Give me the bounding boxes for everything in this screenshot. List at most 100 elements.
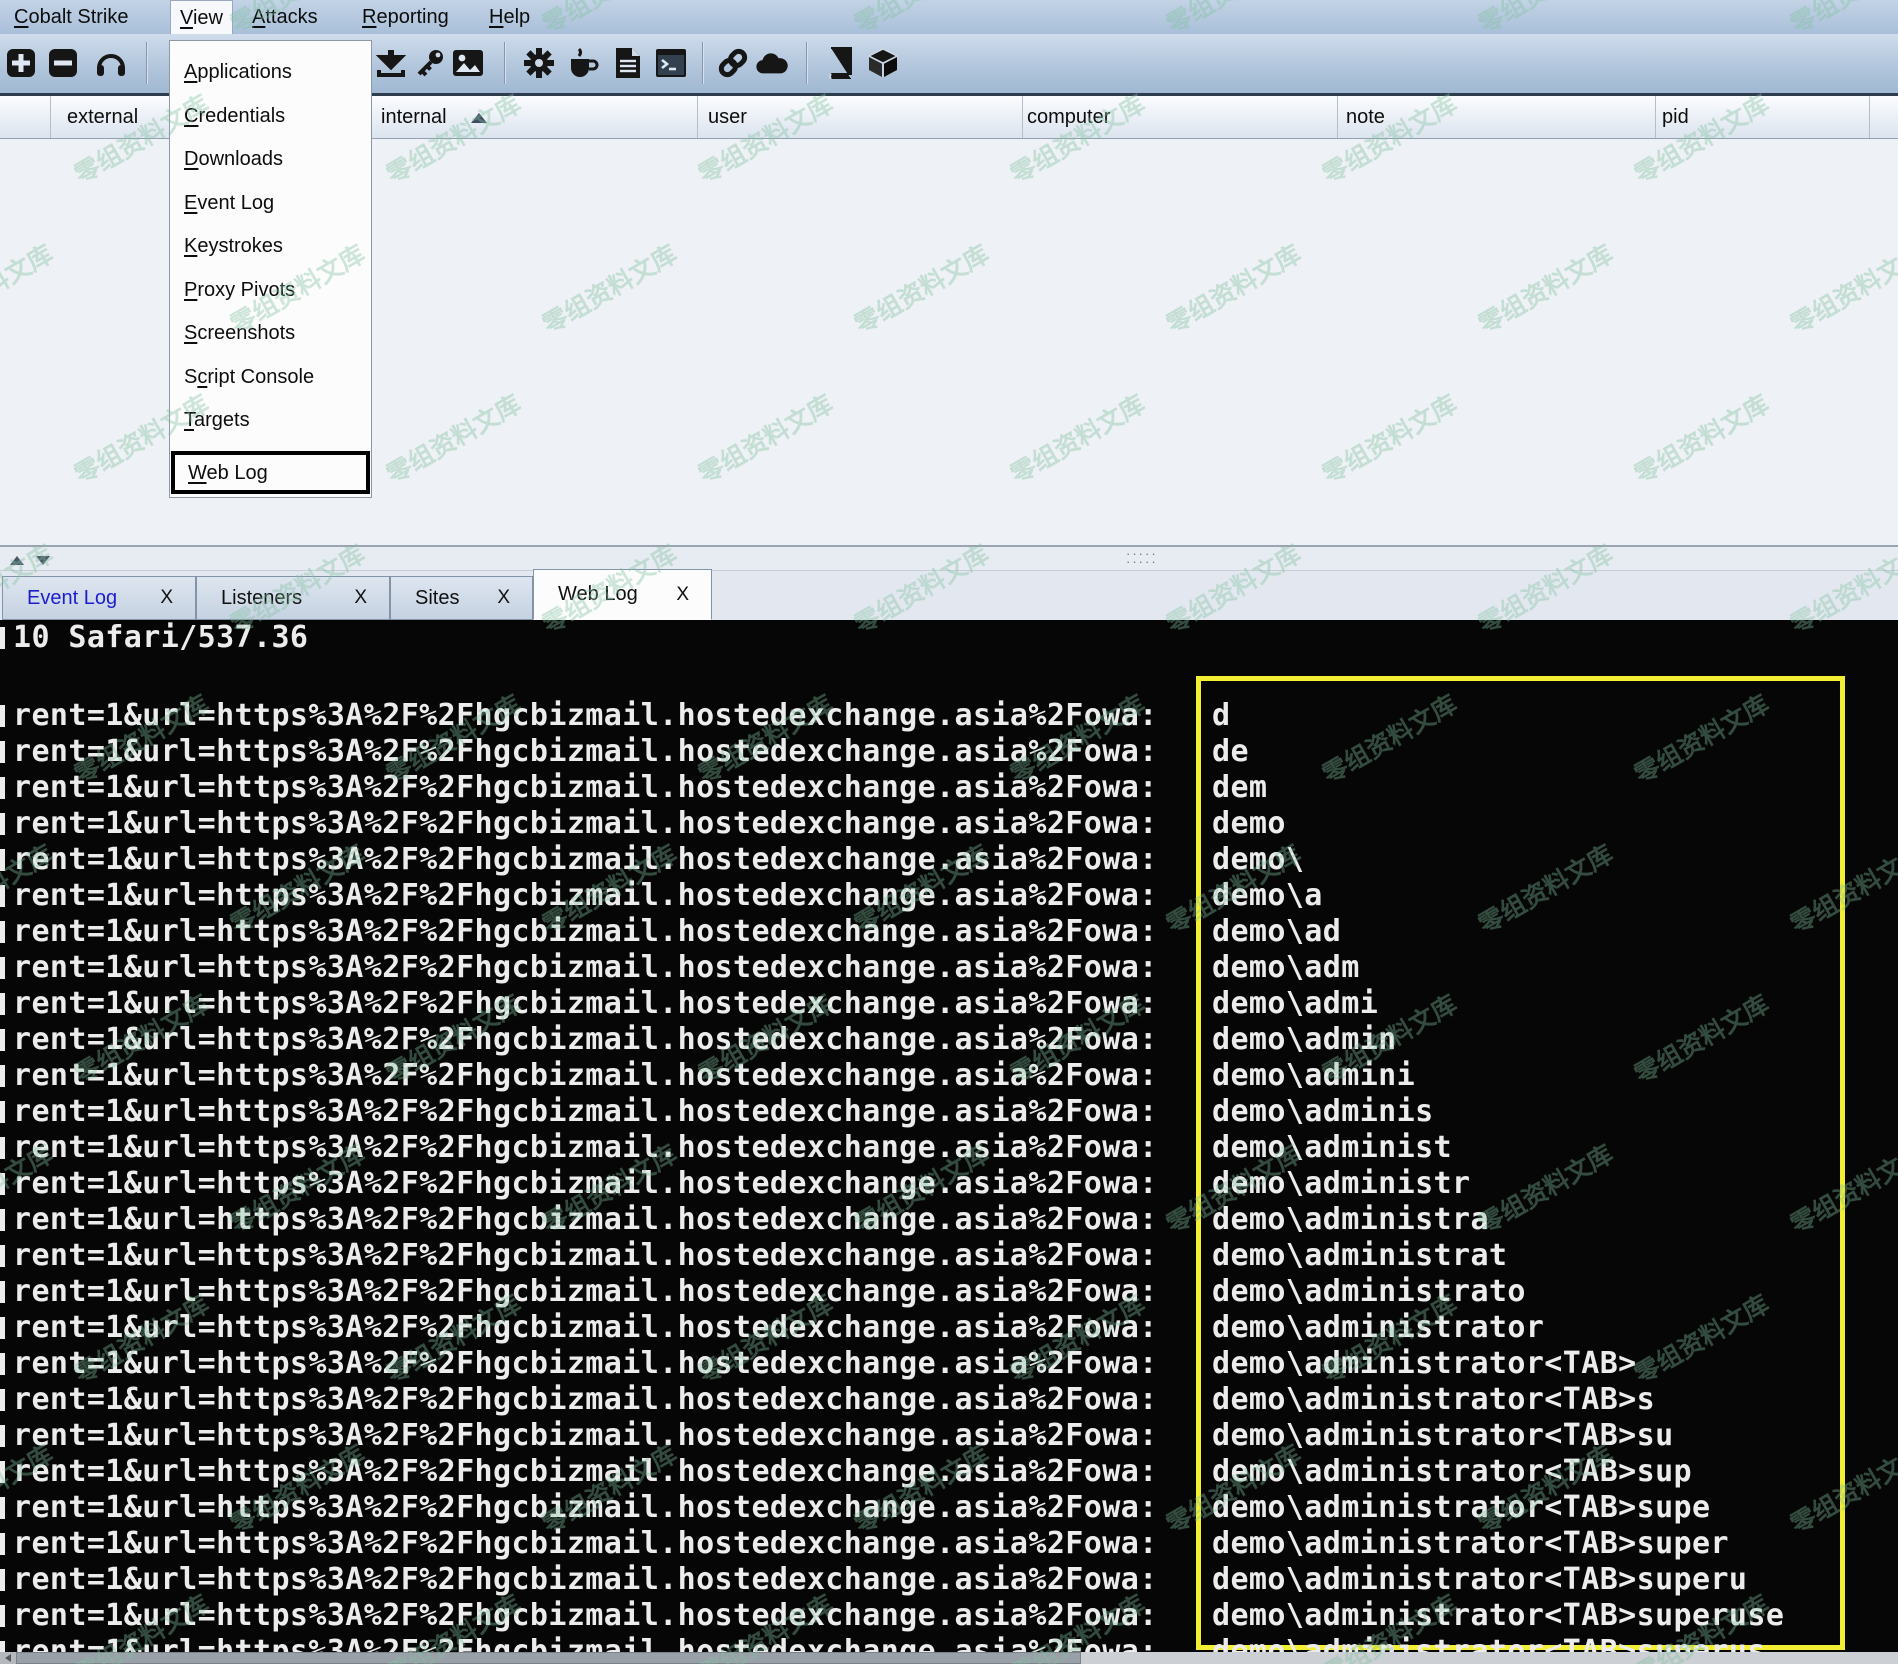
keystroke-text: demo\administrator<TAB>supe <box>1212 1490 1710 1526</box>
request-text: rent=1&url=https%3A%2F%2Fhgcbizmail.host… <box>13 770 1158 806</box>
cloud-icon[interactable] <box>755 46 789 80</box>
key-icon[interactable] <box>413 46 447 80</box>
view-menu-item-event-log[interactable]: Event Log <box>171 182 370 225</box>
column-header-pid[interactable]: pid <box>1656 96 1870 138</box>
request-text: rent=1&url=https%3A%2F%2Fhgcbizmail.host… <box>13 734 1158 770</box>
tab-listeners[interactable]: ListenersX <box>196 576 390 620</box>
tab-close-button[interactable]: X <box>489 587 532 609</box>
keystroke-text: demo\admi <box>1212 986 1378 1022</box>
keystroke-text: demo\adm <box>1212 950 1360 986</box>
column-header-note[interactable]: note <box>1338 96 1656 138</box>
view-menu-item-keystrokes[interactable]: Keystrokes <box>171 225 370 268</box>
minus-icon[interactable] <box>46 46 80 80</box>
request-text: rent=1&url=https%3A%2F%2Fhgcbizmail.host… <box>13 1022 1158 1058</box>
report-document-icon[interactable] <box>611 46 645 80</box>
tab-web-log[interactable]: Web LogX <box>533 569 712 620</box>
view-menu-item-applications[interactable]: Applications <box>171 51 370 94</box>
weblog-row: rent=1&url=https%3A%2F%2Fhgcbizmail.host… <box>0 806 1898 842</box>
weblog-row: rent=1&url=https%3A%2F%2Fhgcbizmail.host… <box>0 1562 1898 1598</box>
request-text: rent=1&url=https%3A%2F%2Fhgcbizmail.host… <box>13 1418 1158 1454</box>
view-menu-item-proxy-pivots[interactable]: Proxy Pivots <box>171 269 370 312</box>
cube-icon[interactable] <box>866 46 900 80</box>
gear-icon[interactable] <box>522 46 556 80</box>
request-text: rent=1&url=https%3A%2F%2Fhgcbizmail.host… <box>13 1490 1158 1526</box>
column-header-internal[interactable]: internal <box>365 96 698 138</box>
view-menu-item-web-log[interactable]: Web Log <box>171 451 370 494</box>
column-header-computer[interactable]: computer <box>1023 96 1338 138</box>
sort-ascending-icon <box>471 113 487 123</box>
column-header-user[interactable]: user <box>698 96 1023 138</box>
request-text: rent=1&url=https%3A%2F%2Fhgcbizmail.host… <box>13 1310 1158 1346</box>
menubar-item-cobalt-strike[interactable]: Cobalt Strike <box>5 0 138 34</box>
scroll-left-button[interactable] <box>0 1652 16 1664</box>
tab-sites[interactable]: SitesX <box>390 576 533 620</box>
cobalt-strike-window: Cobalt StrikeViewAttacksReportingHelp ex… <box>0 0 1898 1664</box>
scrollbar-thumb[interactable] <box>16 1652 1081 1664</box>
keystroke-text: demo\administ <box>1212 1130 1452 1166</box>
keystroke-text: demo\ad <box>1212 914 1341 950</box>
splitter-grip-icon[interactable]: ·········· <box>1126 550 1158 566</box>
splitter-up-icon[interactable] <box>10 556 24 565</box>
weblog-row: rent=1&url=https%3A%2F%2Fhgcbizmail.host… <box>0 1058 1898 1094</box>
headphones-icon[interactable] <box>94 46 128 80</box>
horizontal-scrollbar[interactable] <box>0 1652 1898 1664</box>
link-icon[interactable] <box>716 46 750 80</box>
screenshot-image-icon[interactable] <box>451 46 485 80</box>
request-text: rent=1&url=https%3A%2F%2Fhgcbizmail.host… <box>13 1562 1158 1598</box>
splitter-down-icon[interactable] <box>36 556 50 565</box>
view-menu-item-credentials[interactable]: Credentials <box>171 95 370 138</box>
clipped-char <box>0 1461 5 1483</box>
view-menu-item-script-console[interactable]: Script Console <box>171 356 370 399</box>
view-menu-item-targets[interactable]: Targets <box>171 399 370 442</box>
weblog-row: rent=1&url=https%3A%2F%2Fhgcbizmail.host… <box>0 1238 1898 1274</box>
view-menu-item-downloads[interactable]: Downloads <box>171 138 370 181</box>
clipped-char <box>0 1425 5 1447</box>
toolbar-separator <box>702 42 703 84</box>
keystroke-text: demo\administrator<TAB>su <box>1212 1418 1674 1454</box>
clipped-char <box>0 1101 5 1123</box>
weblog-row: rent=1&url=https%3A%2F%2Fhgcbizmail.host… <box>0 1166 1898 1202</box>
request-text: rent=1&url=https%3A%2F%2Fhgcbizmail.host… <box>13 1346 1158 1382</box>
weblog-row: rent=1&url=https%3A%2F%2Fhgcbizmail.host… <box>0 878 1898 914</box>
menubar-item-help[interactable]: Help <box>480 0 539 34</box>
keystroke-text: demo\admini <box>1212 1058 1415 1094</box>
weblog-row: rent=1&url=https%3A%2F%2Fhgcbizmail.host… <box>0 1094 1898 1130</box>
terminal-console-icon[interactable] <box>654 46 688 80</box>
clipped-char <box>0 1209 5 1231</box>
clipped-char <box>0 777 5 799</box>
coffee-icon[interactable] <box>566 46 600 80</box>
weblog-row: rent=1&url=https%3A%2F%2Fhgcbizmail.host… <box>0 1454 1898 1490</box>
column-header-label: internal <box>381 106 447 128</box>
tab-close-button[interactable]: X <box>152 587 195 609</box>
plus-icon[interactable] <box>4 46 38 80</box>
menubar-item-reporting[interactable]: Reporting <box>353 0 458 34</box>
tab-close-button[interactable]: X <box>668 584 711 606</box>
book-icon[interactable] <box>823 46 857 80</box>
tabbar: Event LogXListenersXSitesXWeb LogX <box>0 571 1898 620</box>
weblog-row: rent=1&url=https%3A%2F%2Fhgcbizmail.host… <box>0 1202 1898 1238</box>
weblog-row: rent=1&url=https%3A%2F%2Fhgcbizmail.host… <box>0 1490 1898 1526</box>
weblog-row: rent=1&url=https%3A%2F%2Fhgcbizmail.host… <box>0 986 1898 1022</box>
request-text: rent=1&url=https%3A%2F%2Fhgcbizmail.host… <box>13 1274 1158 1310</box>
keystroke-text: de <box>1212 734 1249 770</box>
tab-event-log[interactable]: Event LogX <box>2 576 196 620</box>
keystroke-text: demo\administra <box>1212 1202 1489 1238</box>
keystroke-text: demo\administrat <box>1212 1238 1507 1274</box>
download-icon[interactable] <box>374 46 408 80</box>
weblog-console[interactable]: 10 Safari/537.36rent=1&url=https%3A%2F%2… <box>0 620 1898 1652</box>
weblog-row: rent=1&url=https%3A%2F%2Fhgcbizmail.host… <box>0 1346 1898 1382</box>
weblog-row: rent=1&url=https%3A%2F%2Fhgcbizmail.host… <box>0 734 1898 770</box>
request-text: rent=1&url=https%3A%2F%2Fhgcbizmail.host… <box>13 698 1158 734</box>
weblog-row: rent=1&url=https%3A%2F%2Fhgcbizmail.host… <box>0 914 1898 950</box>
weblog-row: rent=1&url=https%3A%2F%2Fhgcbizmail.host… <box>0 1526 1898 1562</box>
tab-label: Web Log <box>534 583 668 606</box>
menubar-item-view[interactable]: View <box>170 0 233 35</box>
keystroke-text: demo\administrator<TAB>superus <box>1212 1634 1766 1652</box>
keystroke-text: demo\admin <box>1212 1022 1397 1058</box>
menubar-item-attacks[interactable]: Attacks <box>243 0 327 34</box>
clipped-char <box>0 1065 5 1087</box>
tab-close-button[interactable]: X <box>346 587 389 609</box>
view-menu-item-screenshots[interactable]: Screenshots <box>171 312 370 355</box>
weblog-row: rent=1&url=https%3A%2F%2Fhgcbizmail.host… <box>0 1274 1898 1310</box>
splitter-bar[interactable]: ·········· <box>0 545 1898 573</box>
